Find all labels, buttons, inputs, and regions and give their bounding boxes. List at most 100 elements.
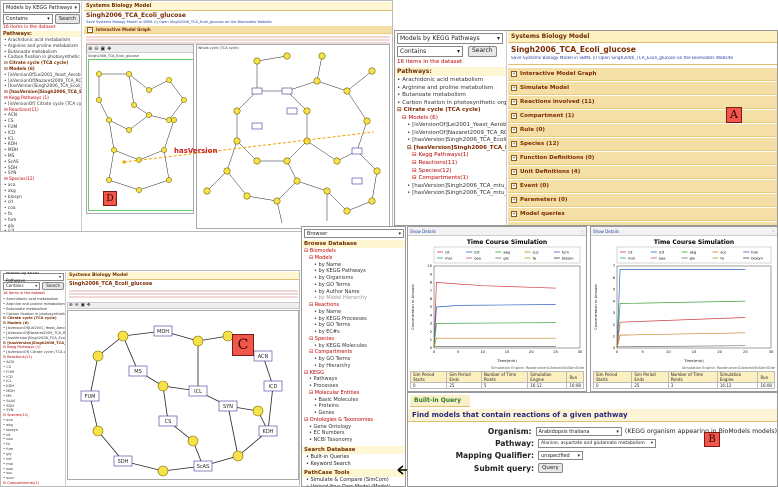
species-node[interactable] xyxy=(368,67,376,75)
species-node[interactable] xyxy=(166,77,172,83)
sim-right-show-details[interactable]: Show Details xyxy=(593,229,619,234)
tl-graph-header[interactable]: − Interactive Model Graph xyxy=(84,26,392,34)
species-node[interactable] xyxy=(303,107,311,115)
tr-item[interactable]: • [isVersionOf]Nazaret2009_TCA_RC_ATP xyxy=(397,130,506,138)
species-node[interactable] xyxy=(187,435,199,447)
tr-filter-select[interactable]: Contains ▾ xyxy=(397,46,463,57)
browser-item[interactable]: • Gene Ontology xyxy=(304,424,403,431)
browser-item[interactable]: ⊟ Species xyxy=(304,336,403,343)
species-node[interactable] xyxy=(232,450,244,462)
species-node[interactable] xyxy=(157,465,169,477)
sbm-section-8[interactable]: + Event (0) xyxy=(508,180,777,193)
browser-item[interactable]: ⊟ Biomodels xyxy=(304,248,403,255)
tr-item[interactable]: ⊟ Species(12) xyxy=(397,168,504,176)
table-cell[interactable]: 16:12 xyxy=(527,382,568,389)
species-node[interactable] xyxy=(343,87,351,95)
reaction-node[interactable] xyxy=(281,87,293,95)
tr-item[interactable]: • [isVersionOf]Lei2001_Yeast_Aerobic_Met… xyxy=(397,122,506,130)
species-node[interactable] xyxy=(233,107,241,115)
tl-filter-select[interactable]: Contains ▾ xyxy=(3,14,53,24)
tl-search-button[interactable]: Search xyxy=(54,14,80,24)
browser-item[interactable]: ⊟ Models xyxy=(304,255,403,262)
table-cell[interactable]: 5 xyxy=(480,382,529,389)
tr-item[interactable]: ⊟ [hasVersion]Singh2006_TCA_Ecoli_glucos… xyxy=(397,145,506,153)
table-cell[interactable]: 25 xyxy=(446,382,482,389)
browser-item[interactable]: • Pathways xyxy=(304,376,403,383)
tl-item[interactable]: • [isVersionOf] Citrate cycle (TCA cycle… xyxy=(4,102,81,108)
species-node[interactable] xyxy=(253,57,261,65)
table-cell[interactable]: 0 xyxy=(592,382,633,389)
reaction-node[interactable] xyxy=(286,107,298,115)
tr-search-button[interactable]: Search xyxy=(468,46,497,57)
browser-item[interactable]: • by KEGG Processes xyxy=(304,316,403,323)
browser-item[interactable]: • Processes xyxy=(304,383,403,390)
browser-select[interactable]: Browser ▾ xyxy=(304,229,404,238)
sbm-section-4[interactable]: + Rule (0) xyxy=(508,124,777,137)
sbm-save-line[interactable]: Save Systems Biology Model in SBML (i) O… xyxy=(508,56,777,65)
sbm-section-7[interactable]: + Unit Definitions (4) xyxy=(508,166,777,179)
zoom-in-icon[interactable]: ⊕ xyxy=(88,46,92,52)
tr-item[interactable]: • [hasVersion]Singh2006_TCA_mtu_model2 xyxy=(397,190,506,198)
tr-item[interactable]: • [hasVersion]Singh2006_TCA_mtu_model1 xyxy=(397,183,506,191)
species-node[interactable] xyxy=(181,97,187,103)
tr-item[interactable]: • Butanoate metabolism xyxy=(397,92,504,100)
species-node[interactable] xyxy=(252,405,264,417)
table-cell[interactable]: 16:08 xyxy=(566,382,584,389)
tl-item[interactable]: • Arginine and proline metabolism xyxy=(4,44,79,50)
query-button[interactable]: Query xyxy=(538,463,563,473)
sbm-section-0[interactable]: + Interactive Model Graph xyxy=(508,68,777,81)
browser-item[interactable]: • Proteins xyxy=(304,403,403,410)
species-node[interactable] xyxy=(313,77,321,85)
browser-item[interactable]: ⊟ KEGG xyxy=(304,370,403,377)
browser-item[interactable]: • by Organisms xyxy=(304,275,403,282)
bl-tca-graph[interactable]: MDH ACN ICD KDH ScAS SDH FUM MS ICL SYN CS xyxy=(67,310,299,480)
browser-item[interactable]: • Genes xyxy=(304,410,403,417)
browser-item[interactable]: • by Name xyxy=(304,262,403,269)
tr-item[interactable]: ⊟ Compartments(1) xyxy=(397,175,504,183)
sbm-section-11[interactable]: +Provenance Data xyxy=(508,222,777,225)
browser-item[interactable]: • by EC#s xyxy=(304,329,403,336)
tool-link[interactable]: • Simulate & Compare (SimCom) xyxy=(306,477,401,484)
species-node[interactable] xyxy=(126,71,132,77)
browser-item[interactable]: • by GO Terms xyxy=(304,356,403,363)
sbm-section-9[interactable]: + Parameters (0) xyxy=(508,194,777,207)
browser-item[interactable]: • Basic Molecules xyxy=(304,397,403,404)
tr-item[interactable]: • Arginine and proline metabolism xyxy=(397,85,504,93)
tr-item[interactable]: • Arachidonic acid metabolism xyxy=(397,77,504,85)
pan-icon[interactable]: ✥ xyxy=(87,303,91,308)
bl-item[interactable]: • Arginine and proline metabolism xyxy=(3,302,65,307)
species-node[interactable] xyxy=(343,207,351,215)
browser-item[interactable]: • by GO Terms xyxy=(304,282,403,289)
browser-item[interactable]: • NCBI Taxonomy xyxy=(304,437,403,444)
species-node[interactable] xyxy=(96,97,102,103)
species-node[interactable] xyxy=(192,335,204,347)
species-node[interactable] xyxy=(146,112,152,118)
tl-item[interactable]: • icit xyxy=(4,229,79,231)
browser-item[interactable]: • by Hierarchy xyxy=(304,363,403,370)
zoom-out-icon[interactable]: ⊖ xyxy=(94,46,98,52)
species-node[interactable] xyxy=(96,71,102,77)
bl-search-button[interactable]: Search xyxy=(42,282,64,290)
pathway-select[interactable]: Alanine, aspartate and glutamate metabol… xyxy=(538,439,656,448)
tr-item[interactable]: • [hasVersion]Singh2006_TCA_Ecoli_acetat… xyxy=(397,137,506,145)
fit-icon[interactable]: ▣ xyxy=(81,303,85,308)
tl-save-line[interactable]: Save Systems Biology Model in SBML (i) O… xyxy=(84,20,392,24)
zoom-in-icon[interactable]: ⊕ xyxy=(69,303,73,308)
species-node[interactable] xyxy=(146,87,152,93)
species-node[interactable] xyxy=(92,350,104,362)
table-cell[interactable]: 16:08 xyxy=(757,382,775,389)
bl-filter-select[interactable]: Contains ▾ xyxy=(3,282,41,290)
table-cell[interactable]: 0 xyxy=(409,382,448,389)
reaction-node[interactable] xyxy=(251,87,263,95)
table-cell[interactable]: 3 xyxy=(667,382,718,389)
sbm-section-10[interactable]: + Model queries xyxy=(508,208,777,221)
tl-category-select[interactable]: Models by KEGG Pathways ▾ xyxy=(3,3,80,13)
browser-item[interactable]: • by Model Hierarchy xyxy=(304,295,403,302)
bl-category-select[interactable]: Models by KEGG Pathways ▾ xyxy=(3,272,64,283)
organism-select[interactable]: Arabidopsis thaliana ▾ xyxy=(535,427,622,436)
search-link[interactable]: • Built-in Queries xyxy=(306,454,401,461)
tr-item[interactable]: ⊟ Citrate cycle (TCA cycle) xyxy=(397,107,504,115)
tr-item[interactable]: ⊟ Kegg Pathways(1) xyxy=(397,152,504,160)
browser-item[interactable]: • by KEGG Pathways xyxy=(304,268,403,275)
species-node[interactable] xyxy=(117,330,129,342)
